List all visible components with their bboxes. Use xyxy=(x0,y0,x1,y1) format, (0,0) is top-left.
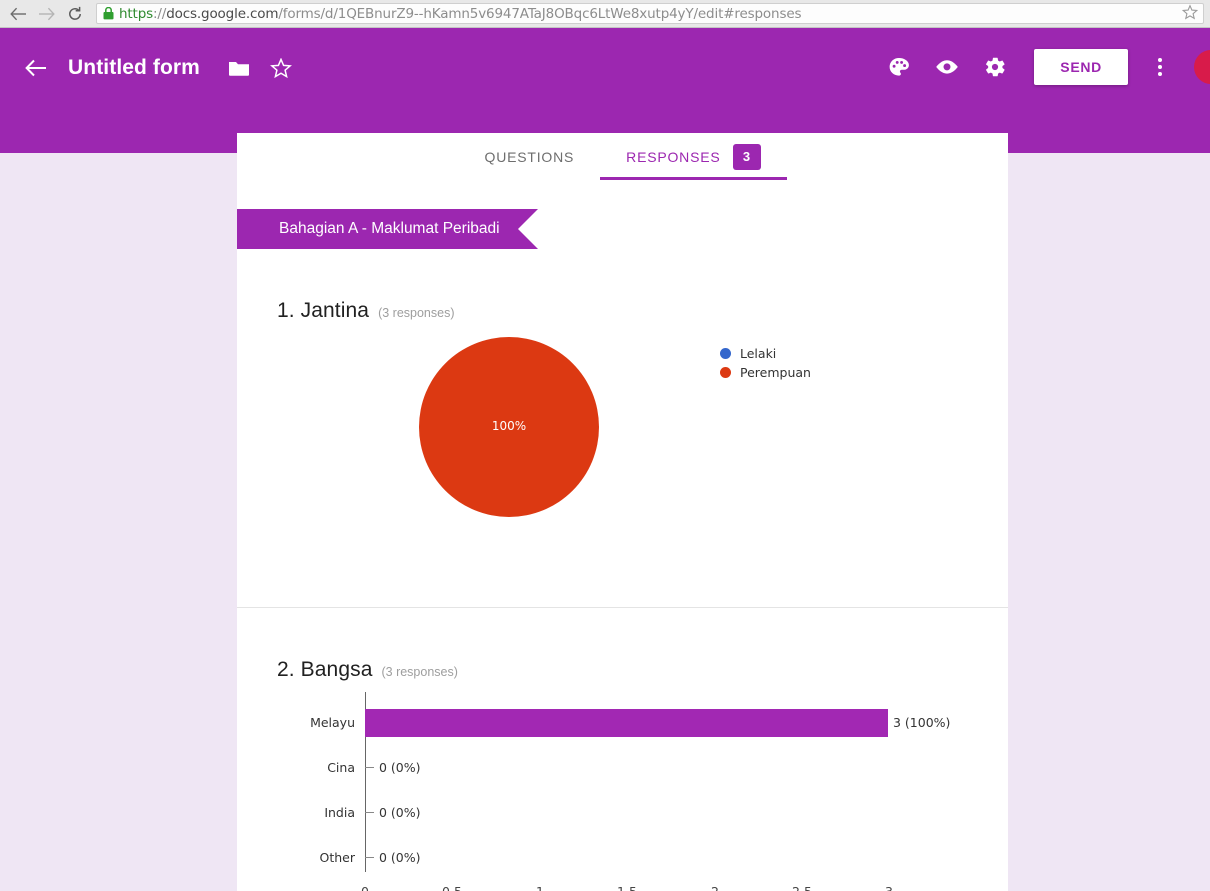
bar-category-label: Cina xyxy=(327,760,355,775)
question-card-2: 2. Bangsa (3 responses) Melayu 3 (100%) … xyxy=(237,608,1008,891)
x-tick-label: 0 xyxy=(361,884,369,891)
tab-questions[interactable]: QUESTIONS xyxy=(459,133,601,180)
question-2-title-row: 2. Bangsa (3 responses) xyxy=(277,608,968,682)
header-right-group: SEND xyxy=(878,46,1210,88)
tab-responses-label: RESPONSES xyxy=(626,148,721,165)
tab-responses[interactable]: RESPONSES 3 xyxy=(600,133,787,180)
bar-chart-x-axis-labels: 0 0.5 1 1.5 2 2.5 3 xyxy=(361,884,968,891)
pie-slice-perempuan: 100% xyxy=(419,337,599,517)
more-options-icon[interactable] xyxy=(1140,47,1180,87)
legend-dot-icon xyxy=(720,348,731,359)
x-tick-label: 2 xyxy=(711,884,719,891)
lock-icon xyxy=(103,7,114,20)
section-banner-wrap: Bahagian A - Maklumat Peribadi xyxy=(237,209,1008,249)
legend-item-lelaki: Lelaki xyxy=(720,344,811,363)
kebab-dot xyxy=(1158,65,1162,69)
bar-value-label: 0 (0%) xyxy=(379,805,421,820)
question-1-title: 1. Jantina xyxy=(277,299,370,322)
bar-zero-tick xyxy=(365,812,374,813)
bar-fill xyxy=(365,708,888,737)
x-tick-label: 1 xyxy=(536,884,544,891)
bar-track: 0 (0%) xyxy=(365,790,968,835)
question-2-response-count: (3 responses) xyxy=(381,665,458,679)
header-left-group: Untitled form xyxy=(0,46,302,90)
browser-back-icon[interactable] xyxy=(6,3,30,25)
bookmark-star-icon[interactable] xyxy=(1181,3,1199,23)
bar-value-label: 3 (100%) xyxy=(893,715,951,730)
browser-forward-icon[interactable] xyxy=(34,3,58,25)
browser-toolbar: https://docs.google.com/forms/d/1QEBnurZ… xyxy=(0,0,1210,28)
back-to-forms-icon[interactable] xyxy=(14,46,58,90)
avatar[interactable] xyxy=(1194,50,1210,84)
bar-row: Cina 0 (0%) xyxy=(277,745,968,790)
url-path: /forms/d/1QEBnurZ9--hKamn5v6947ATaJ8OBqc… xyxy=(278,5,802,22)
legend-label-lelaki: Lelaki xyxy=(740,346,777,361)
url-host: docs.google.com xyxy=(166,5,279,22)
bar-row: India 0 (0%) xyxy=(277,790,968,835)
bar-row: Other 0 (0%) xyxy=(277,835,968,880)
settings-gear-icon[interactable] xyxy=(974,46,1016,88)
x-tick-label: 2.5 xyxy=(792,884,812,891)
bar-chart-rows: Melayu 3 (100%) Cina 0 (0%) India 0 (0%)… xyxy=(277,692,968,880)
question-1-response-count: (3 responses) xyxy=(378,306,455,320)
kebab-dot xyxy=(1158,58,1162,62)
kebab-dot xyxy=(1158,72,1162,76)
bar-track: 3 (100%) xyxy=(365,700,968,745)
url-separator: :// xyxy=(153,5,167,22)
section-banner: Bahagian A - Maklumat Peribadi xyxy=(237,209,538,249)
legend-dot-icon xyxy=(720,367,731,378)
pie-legend: Lelaki Perempuan xyxy=(720,344,811,382)
bar-track: 0 (0%) xyxy=(365,835,968,880)
legend-label-perempuan: Perempuan xyxy=(740,365,811,380)
palette-icon[interactable] xyxy=(878,46,920,88)
folder-icon[interactable] xyxy=(218,47,260,89)
bar-chart-bangsa: Melayu 3 (100%) Cina 0 (0%) India 0 (0%)… xyxy=(277,692,968,891)
pie-slice-label: 100% xyxy=(491,419,527,433)
bar-value-label: 0 (0%) xyxy=(379,760,421,775)
bar-zero-tick xyxy=(365,767,374,768)
x-tick-label: 0.5 xyxy=(442,884,462,891)
responses-summary-panel: Bahagian A - Maklumat Peribadi 1. Jantin… xyxy=(237,180,1008,891)
legend-item-perempuan: Perempuan xyxy=(720,363,811,382)
preview-eye-icon[interactable] xyxy=(926,46,968,88)
browser-reload-icon[interactable] xyxy=(62,3,88,25)
x-tick-label: 1.5 xyxy=(617,884,637,891)
bar-track: 0 (0%) xyxy=(365,745,968,790)
send-button[interactable]: SEND xyxy=(1034,49,1128,85)
bar-row: Melayu 3 (100%) xyxy=(277,700,968,745)
page-title[interactable]: Untitled form xyxy=(68,56,200,80)
question-1-title-row: 1. Jantina (3 responses) xyxy=(277,249,968,323)
bar-category-label: Melayu xyxy=(310,715,355,730)
bar-zero-tick xyxy=(365,857,374,858)
star-outline-icon[interactable] xyxy=(260,47,302,89)
bar-category-label: India xyxy=(324,805,355,820)
question-2-title: 2. Bangsa xyxy=(277,658,373,681)
bar-category-label: Other xyxy=(319,850,356,865)
response-tabs: QUESTIONS RESPONSES 3 xyxy=(237,133,1008,180)
pie-chart-jantina: 100% Lelaki Perempuan xyxy=(277,337,968,607)
responses-count-badge: 3 xyxy=(732,143,761,170)
address-bar[interactable]: https://docs.google.com/forms/d/1QEBnurZ… xyxy=(96,3,1204,24)
question-card-1: 1. Jantina (3 responses) 100% Lelaki Per… xyxy=(237,249,1008,607)
forms-page: Untitled form SEND QUESTIONS RESPONSES 3… xyxy=(0,28,1210,891)
bar-value-label: 0 (0%) xyxy=(379,850,421,865)
url-scheme: https xyxy=(119,5,153,22)
url-text: https://docs.google.com/forms/d/1QEBnurZ… xyxy=(119,5,802,22)
tab-questions-label: QUESTIONS xyxy=(484,148,575,165)
x-tick-label: 3 xyxy=(885,884,893,891)
